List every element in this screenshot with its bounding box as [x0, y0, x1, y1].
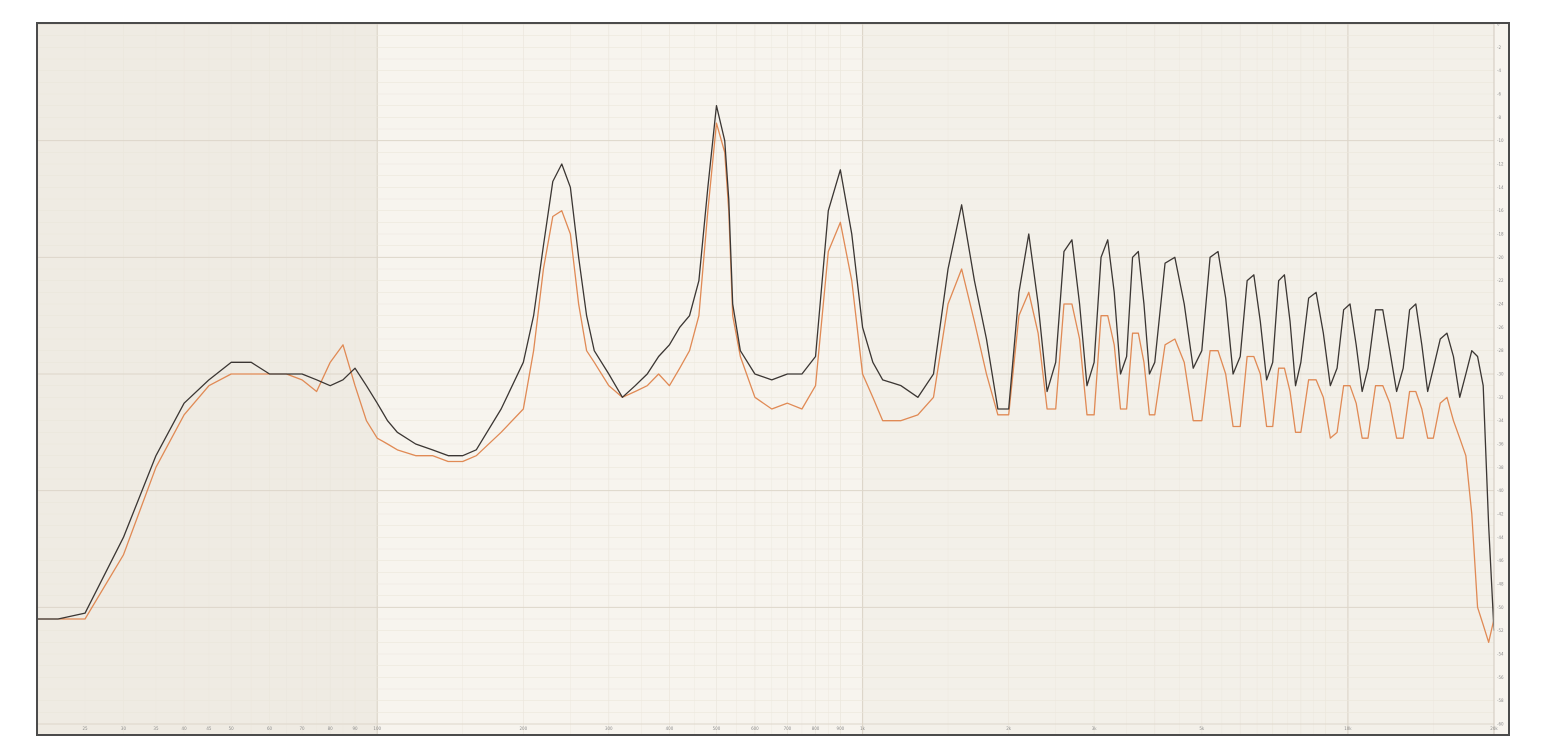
- y-tick-label: -40: [1497, 488, 1504, 493]
- x-tick-label: 35: [153, 726, 159, 731]
- x-tick-label: 800: [812, 726, 820, 731]
- y-tick-label: -52: [1497, 628, 1504, 633]
- frequency-response-chart: 0 -2 -4 -6 -8 -10 -12 -14 -16 -18 -20 -22 -24 -26 -28 -…: [36, 22, 1510, 736]
- y-axis: 0 -2 -4 -6 -8 -10 -12 -14 -16 -18 -20 -22 -24 -26 -28 -…: [1493, 24, 1504, 734]
- y-tick-label: -54: [1497, 652, 1504, 657]
- x-tick-label: 900: [837, 726, 845, 731]
- y-tick-label: -28: [1497, 348, 1504, 353]
- y-tick-label: -50: [1497, 605, 1504, 610]
- x-tick-label: 70: [300, 726, 306, 731]
- x-tick-label: 50: [229, 726, 235, 731]
- y-tick-label: -44: [1497, 535, 1504, 540]
- y-tick-label: -24: [1497, 302, 1504, 307]
- y-tick-label: -12: [1497, 162, 1504, 167]
- x-tick-label: 30: [121, 726, 127, 731]
- x-tick-label: 80: [328, 726, 334, 731]
- x-tick-label: 700: [784, 726, 792, 731]
- y-tick-label: -4: [1497, 68, 1501, 73]
- y-tick-label: -20: [1497, 255, 1504, 260]
- x-tick-label: 5k: [1199, 726, 1205, 731]
- x-tick-label: 60: [267, 726, 273, 731]
- x-tick-label: 40: [182, 726, 188, 731]
- background-bands: [38, 24, 1494, 734]
- x-tick-label: 45: [206, 726, 212, 731]
- x-tick-label: 600: [751, 726, 759, 731]
- x-tick-label: 25: [82, 726, 88, 731]
- y-tick-label: -60: [1497, 722, 1504, 727]
- y-tick-label: -30: [1497, 372, 1504, 377]
- y-tick-label: -32: [1497, 395, 1504, 400]
- y-tick-label: -22: [1497, 278, 1504, 283]
- y-tick-label: -38: [1497, 465, 1504, 470]
- y-tick-label: -34: [1497, 418, 1504, 423]
- y-tick-label: -8: [1497, 115, 1501, 120]
- band-low: [38, 24, 378, 734]
- plot-area: 0 -2 -4 -6 -8 -10 -12 -14 -16 -18 -20 -22 -24 -26 -28 -…: [38, 24, 1504, 734]
- x-tick-label: 1k: [860, 726, 866, 731]
- x-tick-label: 400: [666, 726, 674, 731]
- x-tick-label: 100: [373, 726, 381, 731]
- y-tick-label: -56: [1497, 675, 1504, 680]
- y-tick-label: -6: [1497, 92, 1501, 97]
- y-tick-label: -58: [1497, 698, 1504, 703]
- y-tick-label: -36: [1497, 442, 1504, 447]
- x-tick-label: 90: [352, 726, 358, 731]
- y-tick-label: -46: [1497, 558, 1504, 563]
- y-tick-label: -48: [1497, 582, 1504, 587]
- x-tick-label: 20k: [1490, 726, 1498, 731]
- y-tick-label: -42: [1497, 512, 1504, 517]
- x-tick-label: 500: [713, 726, 721, 731]
- x-tick-label: 300: [605, 726, 613, 731]
- x-tick-label: 2k: [1006, 726, 1012, 731]
- y-tick-label: -16: [1497, 208, 1504, 213]
- y-tick-label: -10: [1497, 138, 1504, 143]
- band-high: [862, 24, 1494, 734]
- y-tick-label: -14: [1497, 185, 1504, 190]
- y-tick-label: -18: [1497, 232, 1504, 237]
- x-tick-label: 3k: [1092, 726, 1098, 731]
- y-tick-label: 0: [1497, 24, 1500, 27]
- y-tick-label: -26: [1497, 325, 1504, 330]
- y-tick-label: -2: [1497, 45, 1501, 50]
- x-tick-label: 10k: [1344, 726, 1352, 731]
- x-tick-label: 200: [520, 726, 528, 731]
